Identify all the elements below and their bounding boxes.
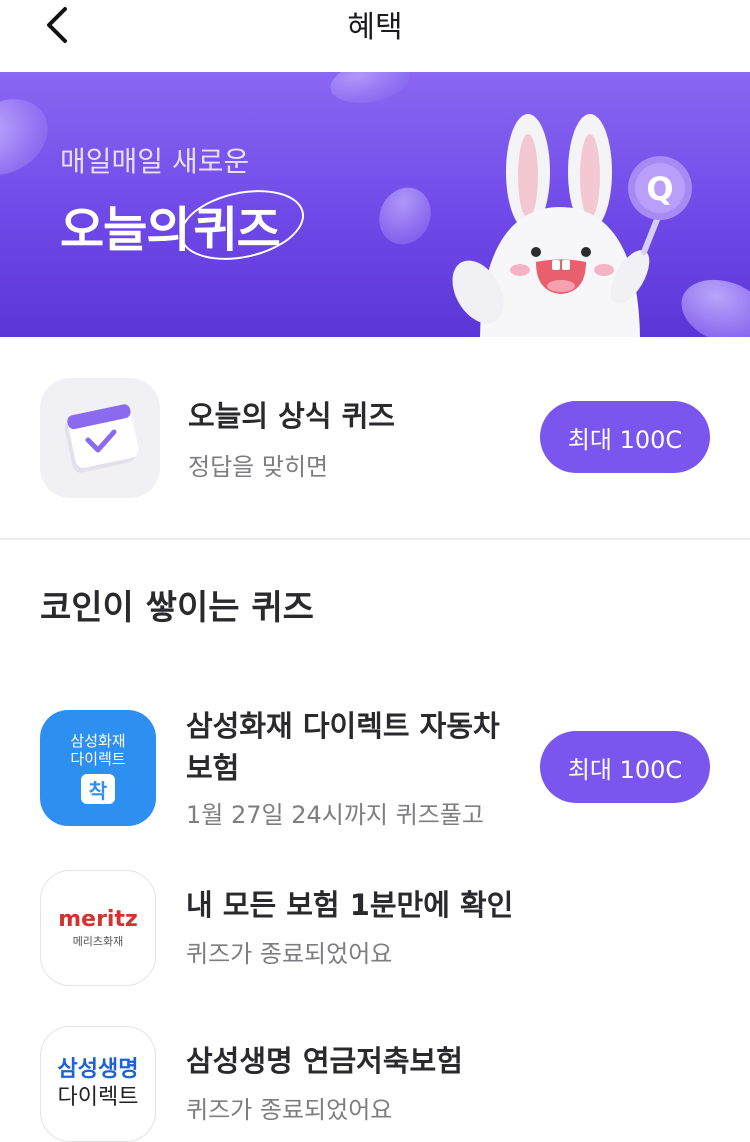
calendar-check-icon: [64, 404, 139, 473]
quiz-subtitle: 퀴즈가 종료되었어요: [186, 1096, 393, 1124]
banner-subtitle: 매일매일 새로운: [60, 145, 250, 178]
section-divider: [0, 538, 750, 540]
quiz-title-line1: 삼성화재 다이렉트 자동차: [186, 709, 500, 743]
quiz-title: 내 모든 보험 1분만에 확인: [186, 888, 514, 922]
logo-mark: 착: [81, 774, 115, 804]
samsung-life-logo: 삼성생명 다이렉트: [40, 1026, 156, 1142]
banner-title-highlight: 퀴즈: [173, 179, 311, 271]
decorative-coin: [370, 179, 440, 253]
quiz-item-samsung-life[interactable]: 삼성생명 다이렉트 삼성생명 연금저축보험 퀴즈가 종료되었어요: [0, 1024, 750, 1142]
quiz-banner[interactable]: 매일매일 새로운 오늘의 퀴즈 Q: [0, 72, 750, 337]
quiz-item-meritz[interactable]: meritz 메리츠화재 내 모든 보험 1분만에 확인 퀴즈가 종료되었어요: [0, 868, 750, 988]
quiz-subtitle: 퀴즈가 종료되었어요: [186, 940, 393, 968]
quiz-item-samsung-fire[interactable]: 삼성화재 다이렉트 착 삼성화재 다이렉트 자동차 보험 1월 27일 24시까…: [0, 700, 750, 840]
logo-line2: 다이렉트: [57, 1085, 139, 1110]
logo-line1: 삼성화재: [70, 732, 126, 750]
top-bar: 혜택: [0, 0, 750, 72]
logo-line1: 삼성생명: [57, 1057, 139, 1082]
logo-word: meritz: [58, 907, 138, 932]
section-title: 코인이 쌓이는 퀴즈: [40, 588, 314, 628]
banner-title: 오늘의 퀴즈: [60, 179, 311, 271]
meritz-logo: meritz 메리츠화재: [40, 870, 156, 986]
daily-quiz-reward-button[interactable]: 최대 100C: [540, 401, 710, 473]
quiz-subtitle: 1월 27일 24시까지 퀴즈풀고: [186, 801, 484, 829]
daily-quiz-title: 오늘의 상식 퀴즈: [188, 399, 395, 433]
quiz-title: 삼성생명 연금저축보험: [186, 1044, 463, 1078]
daily-quiz-thumbnail: [40, 378, 160, 498]
badge-letter: Q: [646, 170, 673, 208]
decorative-coin: [327, 72, 413, 109]
decorative-coin: [0, 84, 62, 190]
quiz-title-line2: 보험: [186, 751, 240, 785]
logo-line2: 다이렉트: [70, 750, 126, 768]
daily-quiz-row[interactable]: 오늘의 상식 퀴즈 정답을 맞히면 최대 100C: [0, 337, 750, 537]
banner-title-prefix: 오늘의: [60, 202, 190, 258]
decorative-coin: [672, 268, 750, 337]
logo-sub: 메리츠화재: [72, 935, 124, 948]
page-title: 혜택: [347, 10, 403, 45]
samsung-fire-logo: 삼성화재 다이렉트 착: [40, 710, 156, 826]
question-badge-icon: Q: [628, 156, 692, 255]
quiz-reward-button[interactable]: 최대 100C: [540, 731, 710, 803]
daily-quiz-subtitle: 정답을 맞히면: [188, 453, 329, 481]
